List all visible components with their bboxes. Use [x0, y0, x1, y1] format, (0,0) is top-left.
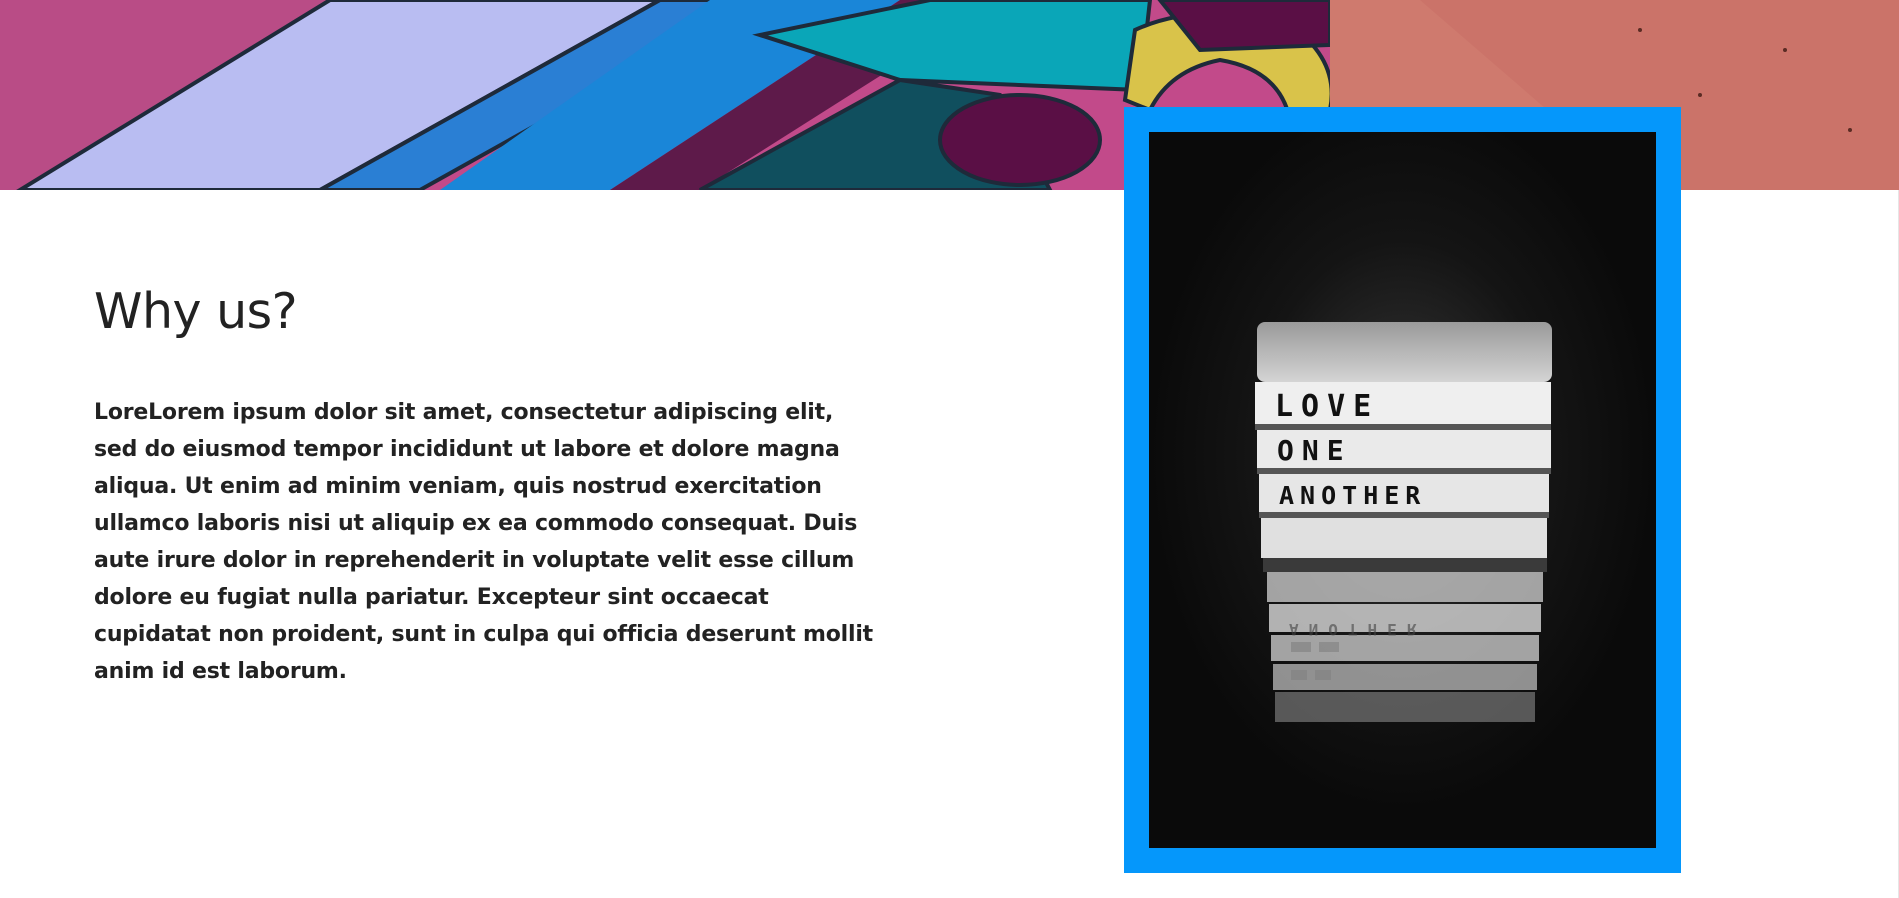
section-body-text: LoreLorem ipsum dolor sit amet, consecte…	[94, 400, 874, 684]
svg-text:ANOTHER: ANOTHER	[1289, 620, 1426, 639]
section-heading: Why us?	[94, 283, 298, 340]
sign-line-3: ANOTHER	[1279, 481, 1426, 510]
sign-line-1: LOVE	[1275, 389, 1379, 424]
photo-frame: ANOTHER LOVE ONE ANOTHER	[1124, 107, 1681, 873]
lightbox-sign-image: ANOTHER LOVE ONE ANOTHER	[1149, 132, 1656, 848]
page: Why us? LoreLorem ipsum dolor sit amet, …	[0, 0, 1899, 898]
sign-line-2: ONE	[1277, 434, 1352, 467]
